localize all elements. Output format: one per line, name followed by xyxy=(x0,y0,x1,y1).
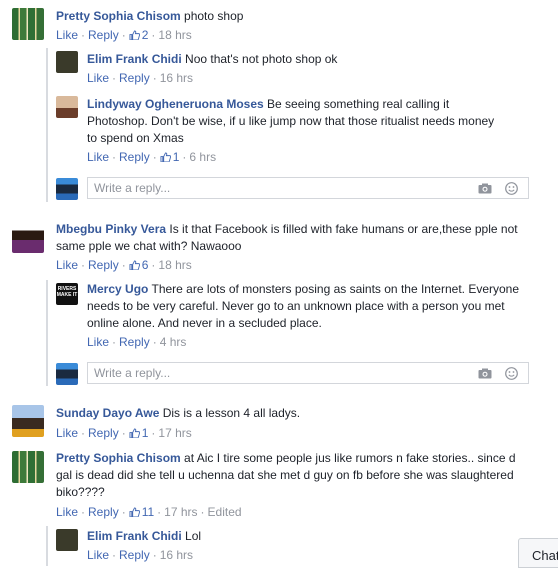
comment-author[interactable]: Pretty Sophia Chisom xyxy=(56,451,181,465)
comment-text: Noo that's not photo shop ok xyxy=(185,52,338,66)
thumbs-up-icon xyxy=(129,507,140,517)
comment-author[interactable]: Lindyway Ogheneruona Moses xyxy=(87,97,264,111)
reply-link[interactable]: Reply xyxy=(88,505,119,519)
reply-thread-line xyxy=(46,48,48,202)
timestamp[interactable]: 16 hrs xyxy=(160,71,193,85)
thumbs-up-icon xyxy=(129,260,140,270)
avatar[interactable] xyxy=(12,8,44,40)
reply-thread-line xyxy=(46,280,48,386)
comment-author[interactable]: Mbegbu Pinky Vera xyxy=(56,222,166,236)
reply-link[interactable]: Reply xyxy=(119,150,150,164)
reply-link[interactable]: Reply xyxy=(88,28,119,42)
comment-text: Dis is a lesson 4 all ladys. xyxy=(162,406,301,420)
timestamp[interactable]: 18 hrs xyxy=(158,258,191,272)
comment-actions: Like · Reply · 4 hrs xyxy=(87,335,187,349)
like-link[interactable]: Like xyxy=(87,150,109,164)
comment-text: Lol xyxy=(185,529,202,543)
comment: Mbegbu Pinky Vera Is it that Facebook is… xyxy=(56,221,526,255)
timestamp[interactable]: 17 hrs xyxy=(158,426,191,440)
reply-link[interactable]: Reply xyxy=(119,548,150,562)
current-user-avatar xyxy=(56,363,78,385)
avatar[interactable]: RIVERS MAKE IT xyxy=(56,283,78,305)
comment-author[interactable]: Pretty Sophia Chisom xyxy=(56,9,181,23)
chat-tab[interactable]: Chat xyxy=(518,538,558,568)
timestamp[interactable]: 17 hrs xyxy=(164,505,197,519)
comment-author[interactable]: Mercy Ugo xyxy=(87,282,148,296)
thumbs-up-icon xyxy=(129,428,140,438)
comment-actions: Like · Reply · 11 · 17 hrs · Edited xyxy=(56,505,242,519)
avatar[interactable] xyxy=(56,96,78,118)
reply-link[interactable]: Reply xyxy=(88,258,119,272)
comment-author[interactable]: Elim Frank Chidi xyxy=(87,52,182,66)
timestamp[interactable]: 6 hrs xyxy=(189,150,216,164)
like-link[interactable]: Like xyxy=(87,335,109,349)
comment-actions: Like · Reply · 1 · 17 hrs xyxy=(56,426,192,440)
reply-placeholder: Write a reply... xyxy=(94,366,171,380)
comment-actions: Like · Reply · 16 hrs xyxy=(87,71,194,85)
avatar[interactable] xyxy=(56,529,78,551)
avatar[interactable] xyxy=(12,451,44,483)
timestamp[interactable]: 4 hrs xyxy=(160,335,187,349)
emoji-icon[interactable] xyxy=(505,182,518,195)
reply: Elim Frank Chidi Lol xyxy=(87,528,507,545)
comment-author[interactable]: Elim Frank Chidi xyxy=(87,529,182,543)
avatar[interactable] xyxy=(12,405,44,437)
comment-text: There are lots of monsters posing as sai… xyxy=(87,282,520,330)
reply: Lindyway Ogheneruona Moses Be seeing som… xyxy=(87,96,507,147)
thumbs-up-icon xyxy=(160,152,171,162)
emoji-icon[interactable] xyxy=(505,367,518,380)
like-link[interactable]: Like xyxy=(87,71,109,85)
current-user-avatar xyxy=(56,178,78,200)
like-link[interactable]: Like xyxy=(56,505,78,519)
timestamp[interactable]: 16 hrs xyxy=(160,548,193,562)
like-count[interactable]: 11 xyxy=(142,505,154,519)
reply-link[interactable]: Reply xyxy=(88,426,119,440)
reply-thread-line xyxy=(46,526,48,566)
comment: Pretty Sophia Chisom at Aic I tire some … xyxy=(56,450,526,501)
comment-actions: Like · Reply · 16 hrs xyxy=(87,548,194,562)
avatar[interactable] xyxy=(56,51,78,73)
thumbs-up-icon xyxy=(129,30,140,40)
comment: Sunday Dayo Awe Dis is a lesson 4 all la… xyxy=(56,405,526,422)
avatar[interactable] xyxy=(12,221,44,253)
reply-placeholder: Write a reply... xyxy=(94,181,171,195)
reply: Mercy Ugo There are lots of monsters pos… xyxy=(87,281,527,332)
comment: Pretty Sophia Chisom photo shop xyxy=(56,8,546,25)
comment-text: photo shop xyxy=(184,9,244,23)
edited-label[interactable]: Edited xyxy=(208,505,242,519)
like-link[interactable]: Like xyxy=(56,28,78,42)
like-link[interactable]: Like xyxy=(56,426,78,440)
reply: Elim Frank Chidi Noo that's not photo sh… xyxy=(87,51,542,68)
reply-link[interactable]: Reply xyxy=(119,335,150,349)
comment-actions: Like · Reply · 1 · 6 hrs xyxy=(87,150,217,164)
avatar-text: RIVERS MAKE IT xyxy=(56,286,78,298)
camera-icon[interactable] xyxy=(478,183,492,194)
comment-actions: Like · Reply · 6 · 18 hrs xyxy=(56,258,192,272)
like-link[interactable]: Like xyxy=(87,548,109,562)
reply-link[interactable]: Reply xyxy=(119,71,150,85)
reply-input[interactable]: Write a reply... xyxy=(87,362,529,384)
reply-input[interactable]: Write a reply... xyxy=(87,177,529,199)
timestamp[interactable]: 18 hrs xyxy=(158,28,191,42)
comment-actions: Like · Reply · 2 · 18 hrs xyxy=(56,28,192,42)
camera-icon[interactable] xyxy=(478,368,492,379)
comment-author[interactable]: Sunday Dayo Awe xyxy=(56,406,159,420)
like-link[interactable]: Like xyxy=(56,258,78,272)
chat-tab-label: Chat xyxy=(532,548,558,563)
